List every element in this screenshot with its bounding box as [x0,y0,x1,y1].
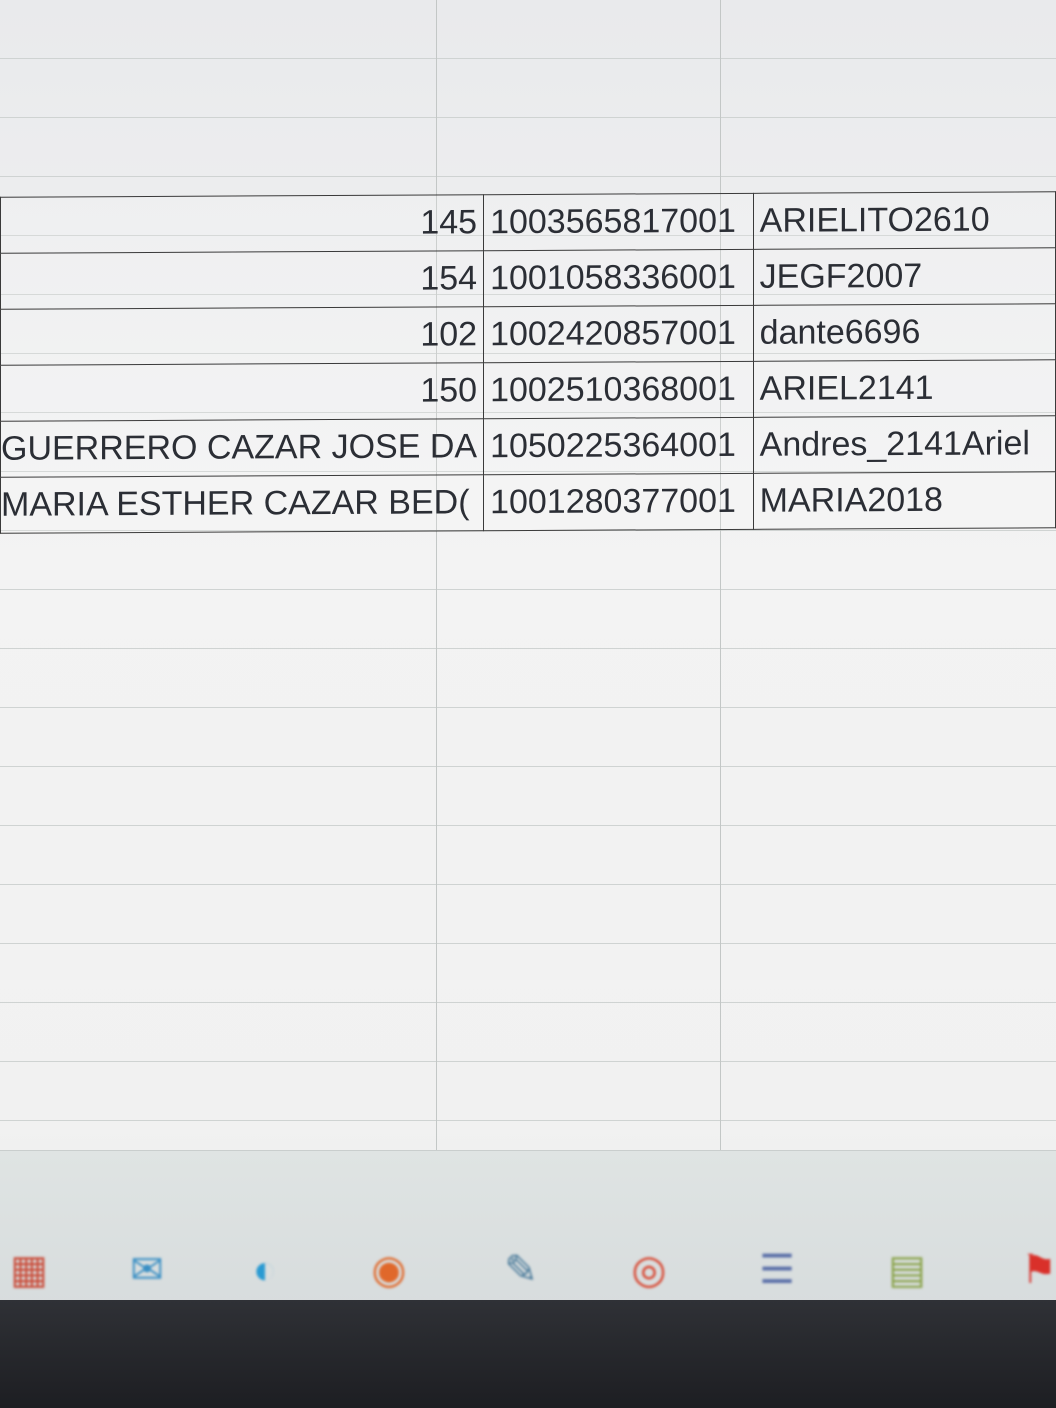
firefox-icon[interactable]: ◉ [360,1241,418,1299]
cell[interactable]: MARIA ESTHER CAZAR BED( [0,474,484,534]
mail-icon[interactable]: ✉ [118,1241,176,1299]
cell[interactable]: 1050225364001 [483,417,754,475]
settings-app-icon[interactable]: ☰ [748,1241,806,1299]
cell[interactable]: 1001280377001 [483,473,754,531]
table-row: 145 1003565817001 ARIELITO2610 [0,191,1056,254]
acrobat-icon[interactable]: ⚑ [1010,1241,1056,1299]
table-row: 150 1002510368001 ARIEL2141 [0,359,1056,422]
cell[interactable]: 1002420857001 [483,305,754,363]
table-row: 102 1002420857001 dante6696 [0,303,1056,366]
cell[interactable]: 145 [0,194,484,254]
cell[interactable]: Andres_2141Ariel [753,415,1056,474]
screen: 145 1003565817001 ARIELITO2610 154 10010… [0,0,1056,1408]
cell[interactable]: 1002510368001 [483,361,754,419]
monitor-bezel [0,1300,1056,1408]
cell[interactable]: JEGF2007 [753,247,1056,306]
taskbar: ▦ ✉ ◐ ◉ ✎ ◎ ☰ ▤ ⚑ [0,1150,1056,1309]
table-row: 154 1001058336001 JEGF2007 [0,247,1056,310]
edge-icon[interactable]: ◐ [236,1241,294,1299]
column-divider [436,0,437,1150]
cell[interactable]: ARIEL2141 [753,359,1056,418]
data-table: 145 1003565817001 ARIELITO2610 154 10010… [0,191,1056,534]
chrome-icon[interactable]: ◎ [620,1241,678,1299]
cell[interactable]: 1003565817001 [483,193,754,251]
cell[interactable]: 1001058336001 [483,249,754,307]
cell[interactable]: 150 [0,362,484,422]
notepad-icon[interactable]: ✎ [492,1241,550,1299]
document-icon[interactable]: ▤ [878,1241,936,1299]
cell[interactable]: 102 [0,306,484,366]
table-row: MARIA ESTHER CAZAR BED( 1001280377001 MA… [0,471,1056,534]
cell[interactable]: GUERRERO CAZAR JOSE DA [0,418,484,478]
column-divider [720,0,721,1150]
cell[interactable]: ARIELITO2610 [753,191,1056,250]
cell[interactable]: dante6696 [753,303,1056,362]
store-icon[interactable]: ▦ [0,1241,58,1299]
cell[interactable]: 154 [0,250,484,310]
table-row: GUERRERO CAZAR JOSE DA 1050225364001 And… [0,415,1056,478]
cell[interactable]: MARIA2018 [753,471,1056,530]
spreadsheet-grid: 145 1003565817001 ARIELITO2610 154 10010… [0,0,1056,1150]
